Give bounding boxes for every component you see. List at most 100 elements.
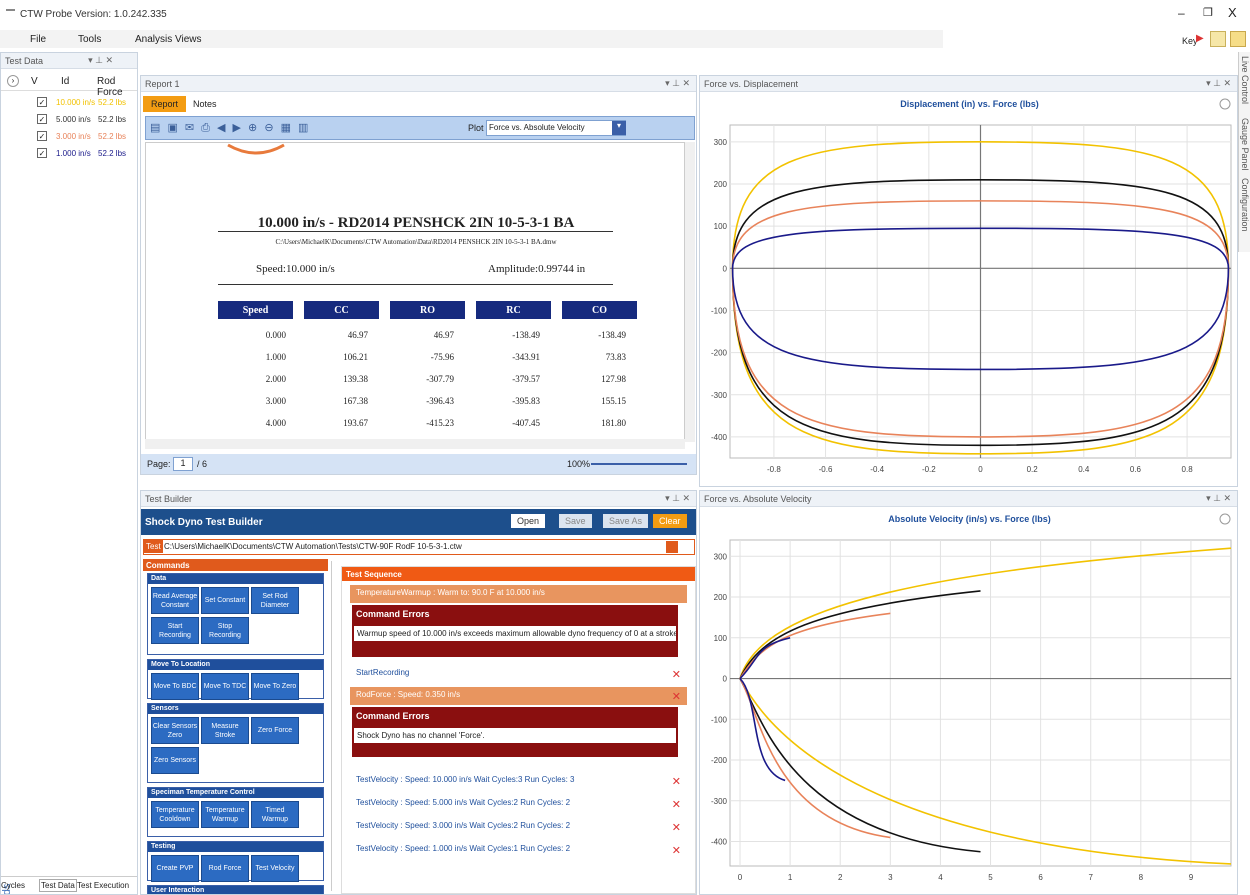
lock-icon[interactable] — [1210, 31, 1226, 47]
tab-cycles[interactable]: Cycles — [1, 881, 25, 890]
menu-file[interactable]: File — [30, 34, 46, 45]
remove-icon[interactable]: ✕ — [672, 844, 681, 857]
row-checkbox[interactable]: ✓ — [37, 131, 47, 141]
zoom-slider[interactable] — [591, 463, 687, 474]
seq-item-rodforce[interactable]: RodForce : Speed: 0.350 in/s ✕ — [350, 687, 687, 705]
row-checkbox[interactable]: ✓ — [37, 114, 47, 124]
col-v[interactable]: V — [31, 76, 38, 87]
table-cell: 46.97 — [433, 330, 454, 340]
menu-tools[interactable]: Tools — [78, 34, 101, 45]
y-tick-label: -400 — [711, 838, 728, 847]
commands-panel: Commands Data Read Average Constant Set Co… — [143, 559, 328, 894]
command-button[interactable]: Measure Stroke — [201, 717, 249, 744]
x-tick-label: 5 — [988, 873, 993, 882]
x-tick-label: 2 — [838, 873, 843, 882]
panel-menu-icon[interactable]: ▾ ⊥ ✕ — [88, 55, 113, 66]
remove-icon[interactable]: ✕ — [672, 668, 681, 681]
table-cell: -307.79 — [426, 374, 454, 384]
y-tick-label: -200 — [711, 349, 728, 358]
amplitude-text: Amplitude:0.99744 in — [488, 263, 586, 275]
panel-menu-icon[interactable]: ▾ ⊥ ✕ — [1206, 78, 1231, 89]
collapse-icon[interactable] — [1219, 513, 1231, 525]
command-button[interactable]: Stop Recording — [201, 617, 249, 644]
chevron-down-icon[interactable]: ▾ — [612, 121, 626, 135]
seq-item-warmup[interactable]: TemperatureWarmup : Warm to: 90.0 F at 1… — [350, 585, 687, 603]
command-button[interactable]: Zero Force — [251, 717, 299, 744]
chart-title: Displacement (in) vs. Force (lbs) — [900, 99, 1039, 109]
command-button[interactable]: Set Constant — [201, 587, 249, 614]
command-button[interactable]: Temperature Warmup — [201, 801, 249, 828]
h-scrollbar[interactable] — [145, 439, 685, 449]
report-document: 10.000 in/s - RD2014 PENSHCK 2IN 10-5-3-… — [145, 142, 685, 447]
command-button[interactable]: Set Rod Diameter — [251, 587, 299, 614]
v-scrollbar[interactable] — [685, 142, 695, 442]
seq-item-testvelocity[interactable]: TestVelocity : Speed: 10.000 in/s Wait C… — [350, 772, 687, 788]
tab-live-control[interactable]: Live Control — [1240, 56, 1250, 104]
menu-analysis-views[interactable]: Analysis Views — [135, 34, 202, 45]
plot-select[interactable]: Force vs. Absolute Velocity — [486, 120, 626, 136]
test-data-row[interactable]: ✓ 5.000 in/s 52.2 lbs — [1, 112, 137, 128]
close-button[interactable]: X — [1228, 5, 1237, 20]
report-title: Report 1 — [145, 79, 180, 89]
panel-menu-icon[interactable]: ▾ ⊥ ✕ — [665, 78, 690, 89]
seq-item-startrecording[interactable]: StartRecording ✕ — [350, 665, 687, 683]
command-button[interactable]: Timed Warmup — [251, 801, 299, 828]
tab-test-data[interactable]: Test Data — [39, 879, 77, 892]
command-button[interactable]: Rod Force — [201, 855, 249, 882]
tab-gauge-panel[interactable]: Gauge Panel — [1240, 118, 1250, 171]
toolbar-icons[interactable]: ▤ ▣ ✉ ⎙ ◀ ▶ ⊕ ⊖ ▦ ▥ — [150, 121, 310, 135]
seq-item-testvelocity[interactable]: TestVelocity : Speed: 3.000 in/s Wait Cy… — [350, 818, 687, 834]
title-bar: CTW Probe Version: 1.0.242.335 – ❐ X — [0, 0, 1250, 30]
save-as-button[interactable]: Save As — [603, 514, 649, 528]
collapse-icon[interactable] — [1219, 98, 1231, 110]
expand-icon[interactable]: › — [7, 75, 19, 87]
browse-icon[interactable] — [666, 541, 678, 553]
panel-menu-icon[interactable]: ▾ ⊥ ✕ — [1206, 493, 1231, 504]
splitter[interactable] — [331, 561, 337, 891]
tab-configuration[interactable]: Configuration — [1240, 178, 1250, 232]
table-cell: 181.80 — [601, 418, 626, 428]
command-button[interactable]: Temperature Cooldown — [151, 801, 199, 828]
seq-item-testvelocity[interactable]: TestVelocity : Speed: 5.000 in/s Wait Cy… — [350, 795, 687, 811]
command-button[interactable]: Test Velocity — [251, 855, 299, 882]
command-button[interactable]: Move To BDC — [151, 673, 199, 700]
test-data-row[interactable]: ✓ 1.000 in/s 52.2 lbs — [1, 146, 137, 162]
y-tick-label: 200 — [714, 593, 728, 602]
test-data-row[interactable]: ✓ 3.000 in/s 52.2 lbs — [1, 129, 137, 145]
row-checkbox[interactable]: ✓ — [37, 148, 47, 158]
page-input[interactable]: 1 — [173, 457, 193, 471]
restore-button[interactable]: ❐ — [1203, 6, 1213, 19]
command-button[interactable]: Clear Sensors Zero — [151, 717, 199, 744]
command-button[interactable]: Create PVP — [151, 855, 199, 882]
tab-test-execution[interactable]: Test Execution — [77, 881, 129, 890]
command-button[interactable]: Move To TDC — [201, 673, 249, 700]
col-id[interactable]: Id — [61, 76, 69, 87]
row-id: 1.000 in/s — [56, 149, 91, 158]
command-button[interactable]: Read Average Constant — [151, 587, 199, 614]
remove-icon[interactable]: ✕ — [672, 690, 681, 703]
tab-notes[interactable]: Notes — [193, 99, 217, 109]
command-button[interactable]: Move To Zero — [251, 673, 299, 700]
command-button[interactable]: Zero Sensors — [151, 747, 199, 774]
minimize-button[interactable]: – — [1178, 6, 1185, 20]
flag-icon[interactable]: ▶ — [1196, 33, 1204, 44]
remove-icon[interactable]: ✕ — [672, 798, 681, 811]
table-cell: -415.23 — [426, 418, 454, 428]
error-box: Command Errors Warmup speed of 10.000 in… — [352, 605, 678, 657]
command-button[interactable]: Start Recording — [151, 617, 199, 644]
panel-menu-icon[interactable]: ▾ ⊥ ✕ — [665, 493, 690, 504]
table-cell: 127.98 — [601, 374, 626, 384]
command-group: Sensors Clear Sensors Zero Measure Stroke Z… — [147, 703, 324, 783]
test-path-input[interactable]: C:\Users\MichaelK\Documents\CTW Automati… — [164, 542, 462, 551]
save-button[interactable]: Save — [559, 514, 592, 528]
remove-icon[interactable]: ✕ — [672, 775, 681, 788]
tab-report[interactable]: Report — [143, 96, 187, 112]
notes-icon[interactable] — [1230, 31, 1246, 47]
row-checkbox[interactable]: ✓ — [37, 97, 47, 107]
table-cell: -75.96 — [430, 352, 454, 362]
remove-icon[interactable]: ✕ — [672, 821, 681, 834]
test-data-row[interactable]: ✓ 10.000 in/s 52.2 lbs — [1, 95, 137, 111]
open-button[interactable]: Open — [511, 514, 546, 528]
seq-item-testvelocity[interactable]: TestVelocity : Speed: 1.000 in/s Wait Cy… — [350, 841, 687, 857]
clear-button[interactable]: Clear — [653, 514, 687, 528]
